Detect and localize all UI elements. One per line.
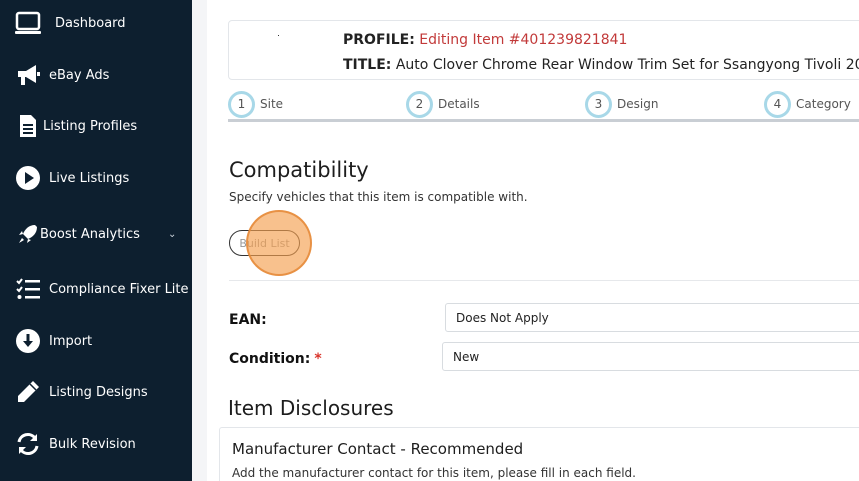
step-number: 4 — [764, 90, 791, 118]
step-number: 1 — [228, 90, 255, 118]
megaphone-icon — [14, 61, 42, 89]
step-number: 3 — [585, 90, 612, 118]
step-details[interactable]: 2 Details — [406, 90, 480, 118]
step-design[interactable]: 3 Design — [585, 90, 658, 118]
profile-header: PROFILE: Editing Item #401239821841 TITL… — [228, 20, 859, 80]
sidebar-item-label: Live Listings — [49, 170, 130, 186]
section-divider — [229, 280, 859, 281]
item-disclosures-heading: Item Disclosures — [228, 396, 394, 420]
sidebar-item-listing-profiles[interactable]: Listing Profiles — [0, 106, 192, 146]
pencil-icon — [14, 378, 42, 406]
condition-select[interactable]: New — [442, 342, 859, 371]
sidebar-item-compliance-fixer-lite[interactable]: Compliance Fixer Lite — [0, 269, 192, 309]
manufacturer-contact-panel: Manufacturer Contact - Recommended Add t… — [219, 427, 859, 481]
sidebar-item-label: Dashboard — [55, 15, 126, 31]
item-thumbnail — [278, 35, 279, 36]
step-number: 2 — [406, 90, 433, 118]
condition-label: Condition: — [229, 351, 311, 367]
download-circle-icon — [14, 327, 42, 355]
sidebar-item-dashboard[interactable]: Dashboard — [0, 3, 192, 43]
main-content: PROFILE: Editing Item #401239821841 TITL… — [207, 0, 859, 481]
ean-label: EAN: — [229, 312, 267, 328]
sidebar-item-import[interactable]: Import — [0, 321, 192, 361]
profile-value: Editing Item #401239821841 — [419, 32, 628, 48]
step-category[interactable]: 4 Category — [764, 90, 851, 118]
step-label: Category — [796, 97, 851, 111]
profile-label: PROFILE: — [343, 32, 415, 48]
step-label: Details — [438, 97, 480, 111]
compatibility-heading: Compatibility — [229, 158, 369, 182]
sidebar: Dashboard eBay Ads Listing Profiles Live… — [0, 0, 192, 481]
sidebar-item-bulk-revision[interactable]: Bulk Revision — [0, 424, 192, 464]
ean-field[interactable]: Does Not Apply — [445, 303, 859, 332]
rocket-icon — [14, 220, 42, 248]
manufacturer-contact-title: Manufacturer Contact - Recommended — [232, 440, 524, 458]
sidebar-item-label: Bulk Revision — [49, 436, 136, 452]
title-row: TITLE: Auto Clover Chrome Rear Window Tr… — [343, 57, 859, 73]
sidebar-item-label: eBay Ads — [49, 67, 110, 83]
sidebar-item-boost-analytics[interactable]: Boost Analytics ⌄ — [0, 214, 192, 254]
sidebar-item-ebay-ads[interactable]: eBay Ads — [0, 55, 192, 95]
laptop-icon — [14, 9, 42, 37]
step-label: Site — [260, 97, 284, 111]
play-circle-icon — [14, 164, 42, 192]
required-marker: * — [314, 351, 322, 367]
sidebar-item-label: Import — [49, 333, 93, 349]
step-label: Design — [617, 97, 659, 111]
sidebar-item-listing-designs[interactable]: Listing Designs — [0, 372, 192, 412]
build-list-button[interactable]: Build List — [229, 230, 300, 256]
title-value: Auto Clover Chrome Rear Window Trim Set … — [395, 57, 859, 73]
chevron-down-icon: ⌄ — [168, 228, 177, 240]
sync-icon — [14, 430, 42, 458]
step-progress: 1 Site 2 Details 3 Design 4 Category — [228, 90, 859, 122]
compatibility-description: Specify vehicles that this item is compa… — [229, 190, 528, 204]
sidebar-item-label: Boost Analytics — [40, 226, 140, 242]
checklist-icon — [14, 275, 42, 303]
manufacturer-contact-description: Add the manufacturer contact for this it… — [232, 466, 636, 480]
sidebar-item-label: Listing Designs — [49, 384, 148, 400]
profile-row: PROFILE: Editing Item #401239821841 — [343, 32, 627, 48]
sidebar-item-label: Listing Profiles — [43, 118, 138, 134]
condition-label-row: Condition: * — [229, 351, 322, 367]
step-progress-line — [228, 119, 859, 122]
sidebar-item-live-listings[interactable]: Live Listings — [0, 158, 192, 198]
title-label: TITLE: — [343, 57, 392, 73]
sidebar-item-label: Compliance Fixer Lite — [49, 281, 189, 297]
document-icon — [14, 112, 42, 140]
step-site[interactable]: 1 Site — [228, 90, 283, 118]
